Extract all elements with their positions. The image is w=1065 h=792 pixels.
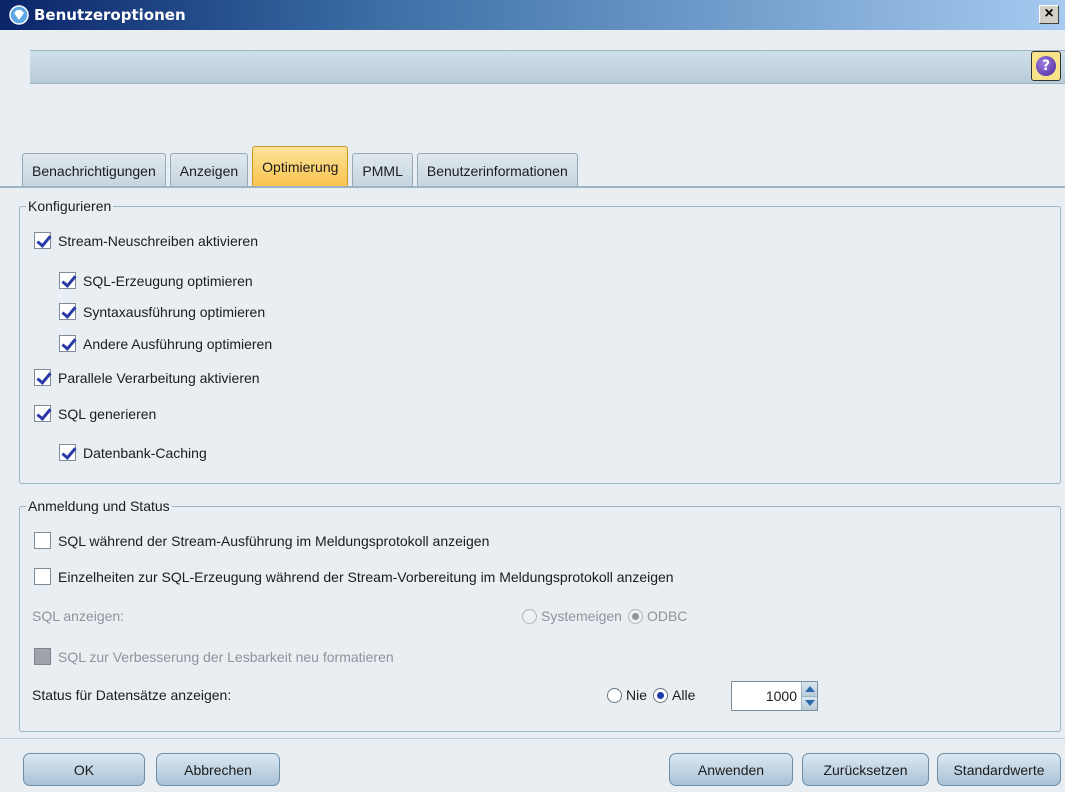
sql-optimize-checkbox[interactable] <box>59 272 76 289</box>
show-details-label: Einzelheiten zur SQL-Erzeugung während d… <box>58 568 674 585</box>
status-label: Status für Datensätze anzeigen: <box>32 687 232 703</box>
other-optimize-label: Andere Ausführung optimieren <box>83 335 273 352</box>
close-button[interactable]: × <box>1039 5 1059 24</box>
show-sql-log-label: SQL während der Stream-Ausführung im Mel… <box>58 532 490 549</box>
radio-alle-label: Alle <box>672 687 696 703</box>
apply-button[interactable]: Anwenden <box>669 753 793 786</box>
arrow-up-icon <box>804 685 815 692</box>
db-caching-option[interactable]: Datenbank-Caching <box>59 444 207 461</box>
spinner-down-button[interactable] <box>802 696 817 710</box>
sql-generate-label: SQL generieren <box>58 405 157 422</box>
show-sql-log-option[interactable]: SQL während der Stream-Ausführung im Mel… <box>34 532 489 549</box>
status-radio-group: Nie Alle <box>607 687 695 703</box>
help-icon: ? <box>1036 56 1056 76</box>
sql-generate-checkbox[interactable] <box>34 405 51 422</box>
spinner-arrows <box>801 682 817 710</box>
reformat-label: SQL zur Verbesserung der Lesbarkeit neu … <box>58 648 394 665</box>
tab-optimierung[interactable]: Optimierung <box>252 146 349 187</box>
parallel-option[interactable]: Parallele Verarbeitung aktivieren <box>34 369 260 386</box>
app-logo-icon <box>8 4 30 26</box>
ok-button[interactable]: OK <box>23 753 145 786</box>
sql-generate-option[interactable]: SQL generieren <box>34 405 156 422</box>
cancel-button[interactable]: Abbrechen <box>156 753 280 786</box>
window-title: Benutzeroptionen <box>34 6 186 24</box>
tab-benutzerinformationen[interactable]: Benutzerinformationen <box>416 153 578 187</box>
syntax-optimize-checkbox[interactable] <box>59 303 76 320</box>
logging-legend: Anmeldung und Status <box>26 498 172 514</box>
syntax-optimize-label: Syntaxausführung optimieren <box>83 303 266 320</box>
tab-anzeigen[interactable]: Anzeigen <box>169 153 249 187</box>
stream-rewrite-checkbox[interactable] <box>34 232 51 249</box>
other-optimize-option[interactable]: Andere Ausführung optimieren <box>59 335 272 352</box>
show-sql-log-checkbox[interactable] <box>34 532 51 549</box>
help-button[interactable]: ? <box>1031 51 1061 81</box>
parallel-label: Parallele Verarbeitung aktivieren <box>58 369 260 386</box>
title-bar: Benutzeroptionen × <box>0 0 1065 30</box>
tab-benachrichtigungen[interactable]: Benachrichtigungen <box>22 153 166 187</box>
radio-systemeigen[interactable] <box>522 608 537 624</box>
db-caching-label: Datenbank-Caching <box>83 444 207 461</box>
reset-button[interactable]: Zurücksetzen <box>802 753 929 786</box>
defaults-button[interactable]: Standardwerte <box>937 753 1061 786</box>
status-count-value[interactable]: 1000 <box>732 682 801 710</box>
sql-optimize-label: SQL-Erzeugung optimieren <box>83 272 253 289</box>
sql-display-radio-group: Systemeigen ODBC <box>522 608 687 624</box>
banner-band <box>30 50 1065 84</box>
spinner-up-button[interactable] <box>802 682 817 697</box>
radio-nie[interactable] <box>607 687 622 703</box>
header-banner <box>0 30 1065 88</box>
configure-legend: Konfigurieren <box>26 198 114 214</box>
reformat-checkbox <box>34 648 51 665</box>
radio-odbc[interactable] <box>627 608 643 624</box>
show-details-checkbox[interactable] <box>34 568 51 585</box>
radio-nie-label: Nie <box>626 687 648 703</box>
radio-alle[interactable] <box>653 687 669 703</box>
reformat-option: SQL zur Verbesserung der Lesbarkeit neu … <box>34 648 394 665</box>
stream-rewrite-option[interactable]: Stream-Neuschreiben aktivieren <box>34 232 258 249</box>
sql-display-label: SQL anzeigen: <box>32 608 125 624</box>
tab-bar: Benachrichtigungen Anzeigen Optimierung … <box>22 146 582 187</box>
radio-systemeigen-label: Systemeigen <box>541 608 622 624</box>
parallel-checkbox[interactable] <box>34 369 51 386</box>
arrow-down-icon <box>804 700 815 707</box>
tab-pmml[interactable]: PMML <box>352 153 413 187</box>
syntax-optimize-option[interactable]: Syntaxausführung optimieren <box>59 303 265 320</box>
sql-optimize-option[interactable]: SQL-Erzeugung optimieren <box>59 272 253 289</box>
show-details-option[interactable]: Einzelheiten zur SQL-Erzeugung während d… <box>34 568 674 585</box>
radio-odbc-label: ODBC <box>646 608 688 624</box>
stream-rewrite-label: Stream-Neuschreiben aktivieren <box>58 232 258 249</box>
status-count-spinner[interactable]: 1000 <box>731 681 818 711</box>
db-caching-checkbox[interactable] <box>59 444 76 461</box>
other-optimize-checkbox[interactable] <box>59 335 76 352</box>
